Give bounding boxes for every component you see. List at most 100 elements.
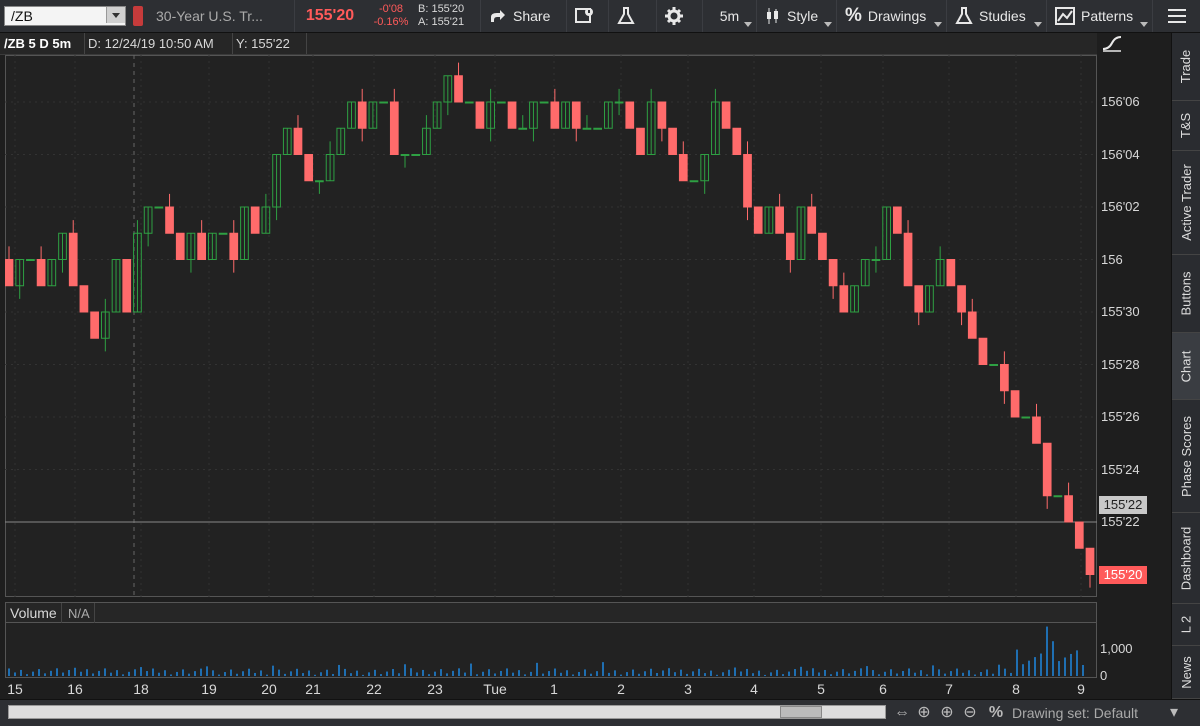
candle-up xyxy=(614,101,624,104)
timeframe-dropdown[interactable]: 5m xyxy=(702,0,756,32)
candle-down xyxy=(1042,442,1052,497)
settings-button[interactable] xyxy=(656,0,702,32)
volume-bar xyxy=(1064,657,1066,676)
candle-down xyxy=(839,285,849,313)
price-tick-label: 155'26 xyxy=(1101,409,1140,424)
percent-icon[interactable]: % xyxy=(986,703,1006,723)
volume-bar xyxy=(308,670,310,676)
alert-flag-icon[interactable] xyxy=(133,6,143,26)
candle-down xyxy=(571,101,581,129)
time-axis-label: Tue xyxy=(483,681,507,697)
price-axis: 156'06 156'04 156'02 156 155'30 155'28 155'26 1… xyxy=(1097,55,1169,597)
sidebar-tab-buttons[interactable]: Buttons xyxy=(1172,255,1200,333)
sidebar-tab-t-s[interactable]: T&S xyxy=(1172,101,1200,151)
candle-up xyxy=(400,154,410,156)
volume-bar xyxy=(1082,665,1084,676)
symbol-text: /ZB xyxy=(11,8,33,24)
horizontal-scrollbar[interactable] xyxy=(8,705,886,719)
volume-bar xyxy=(176,671,178,676)
volume-bar xyxy=(560,672,562,676)
share-button[interactable]: Share xyxy=(480,0,566,32)
volume-bar xyxy=(128,671,130,676)
zoom-in-icon[interactable]: ⊕ xyxy=(937,703,957,723)
volume-bar xyxy=(374,669,376,676)
chevron-down-icon xyxy=(744,22,752,27)
chevron-down-icon[interactable]: ▾ xyxy=(1164,703,1184,723)
candle-down xyxy=(967,311,977,339)
volume-bar xyxy=(110,672,112,676)
candle-down xyxy=(818,232,827,260)
crosshair-icon[interactable]: ⊕ xyxy=(914,703,934,723)
pan-icon[interactable]: ⇔ xyxy=(892,703,912,723)
volume-bar xyxy=(20,669,22,676)
candle-up xyxy=(26,259,35,261)
chevron-down-icon xyxy=(934,22,942,27)
candle-down xyxy=(732,127,742,155)
time-axis-label: 19 xyxy=(201,681,217,697)
volume-bar xyxy=(1034,657,1036,676)
candle-up xyxy=(496,101,506,104)
sidebar-tab-label: L 2 xyxy=(1178,615,1194,634)
volume-bar xyxy=(1046,626,1048,676)
sidebar-tab-trade[interactable]: Trade xyxy=(1172,33,1200,101)
sidebar-tab-chart[interactable]: Chart xyxy=(1172,333,1200,400)
flexible-grid-button[interactable] xyxy=(566,0,608,32)
candle-down xyxy=(293,127,303,155)
candle-down xyxy=(90,311,99,339)
sidebar-tab-l-2[interactable]: L 2 xyxy=(1172,604,1200,646)
volume-bar xyxy=(614,670,616,676)
volume-bar xyxy=(518,670,520,676)
volume-bar xyxy=(668,668,670,676)
candle-up xyxy=(218,232,228,235)
volume-bar xyxy=(272,665,274,676)
volume-bar xyxy=(584,669,586,676)
volume-bar xyxy=(200,668,202,676)
volume-bar xyxy=(1070,653,1072,676)
sidebar-tab-active-trader[interactable]: Active Trader xyxy=(1172,151,1200,255)
volume-bar xyxy=(998,664,1000,676)
volume-bar xyxy=(1004,668,1006,676)
time-axis-label: 1 xyxy=(550,681,558,697)
drawing-set-label[interactable]: Drawing set: Default xyxy=(1012,700,1138,726)
candle-down xyxy=(250,206,260,234)
candle-up xyxy=(411,154,421,156)
volume-bar xyxy=(770,672,772,676)
volume-bar xyxy=(1022,664,1024,676)
volume-bar xyxy=(704,673,706,676)
volume-bar xyxy=(74,667,76,676)
symbol-dropdown-button[interactable] xyxy=(106,7,125,23)
candlestick-chart[interactable] xyxy=(5,55,1097,597)
volume-bar xyxy=(650,668,652,676)
time-axis-label: 5 xyxy=(817,681,825,697)
volume-bar xyxy=(236,673,238,676)
volume-bar xyxy=(554,668,556,676)
beaker-button[interactable] xyxy=(608,0,656,32)
volume-bar xyxy=(104,668,106,676)
scrollbar-thumb[interactable] xyxy=(780,706,822,718)
volume-bar xyxy=(116,670,118,676)
sidebar-tab-dashboard[interactable]: Dashboard xyxy=(1172,513,1200,604)
volume-bar xyxy=(428,674,430,676)
style-dropdown[interactable]: Style xyxy=(756,0,836,32)
candle-down xyxy=(743,154,752,208)
candle-down xyxy=(753,206,763,234)
patterns-dropdown[interactable]: Patterns xyxy=(1046,0,1152,32)
share-icon xyxy=(491,10,505,22)
symbol-period[interactable]: /ZB 5 D 5m xyxy=(0,33,85,54)
studies-dropdown[interactable]: Studies xyxy=(946,0,1046,32)
time-axis-label: 2 xyxy=(617,681,625,697)
more-menu-button[interactable] xyxy=(1152,0,1200,32)
zoom-out-icon[interactable]: ⊖ xyxy=(960,703,980,723)
drawings-dropdown[interactable]: % Drawings xyxy=(836,0,946,32)
volume-bar xyxy=(920,670,922,676)
candlestick-icon xyxy=(767,8,778,24)
chart-style-toggle-icon[interactable] xyxy=(1101,35,1123,53)
volume-bar xyxy=(476,674,478,676)
candle-up xyxy=(871,259,881,261)
volume-bar xyxy=(902,670,904,676)
sidebar-tab-news[interactable]: News xyxy=(1172,646,1200,699)
chevron-down-icon xyxy=(1140,22,1148,27)
sidebar-tab-phase-scores[interactable]: Phase Scores xyxy=(1172,400,1200,513)
volume-bar xyxy=(218,674,220,676)
drawings-label: Drawings xyxy=(867,8,927,24)
